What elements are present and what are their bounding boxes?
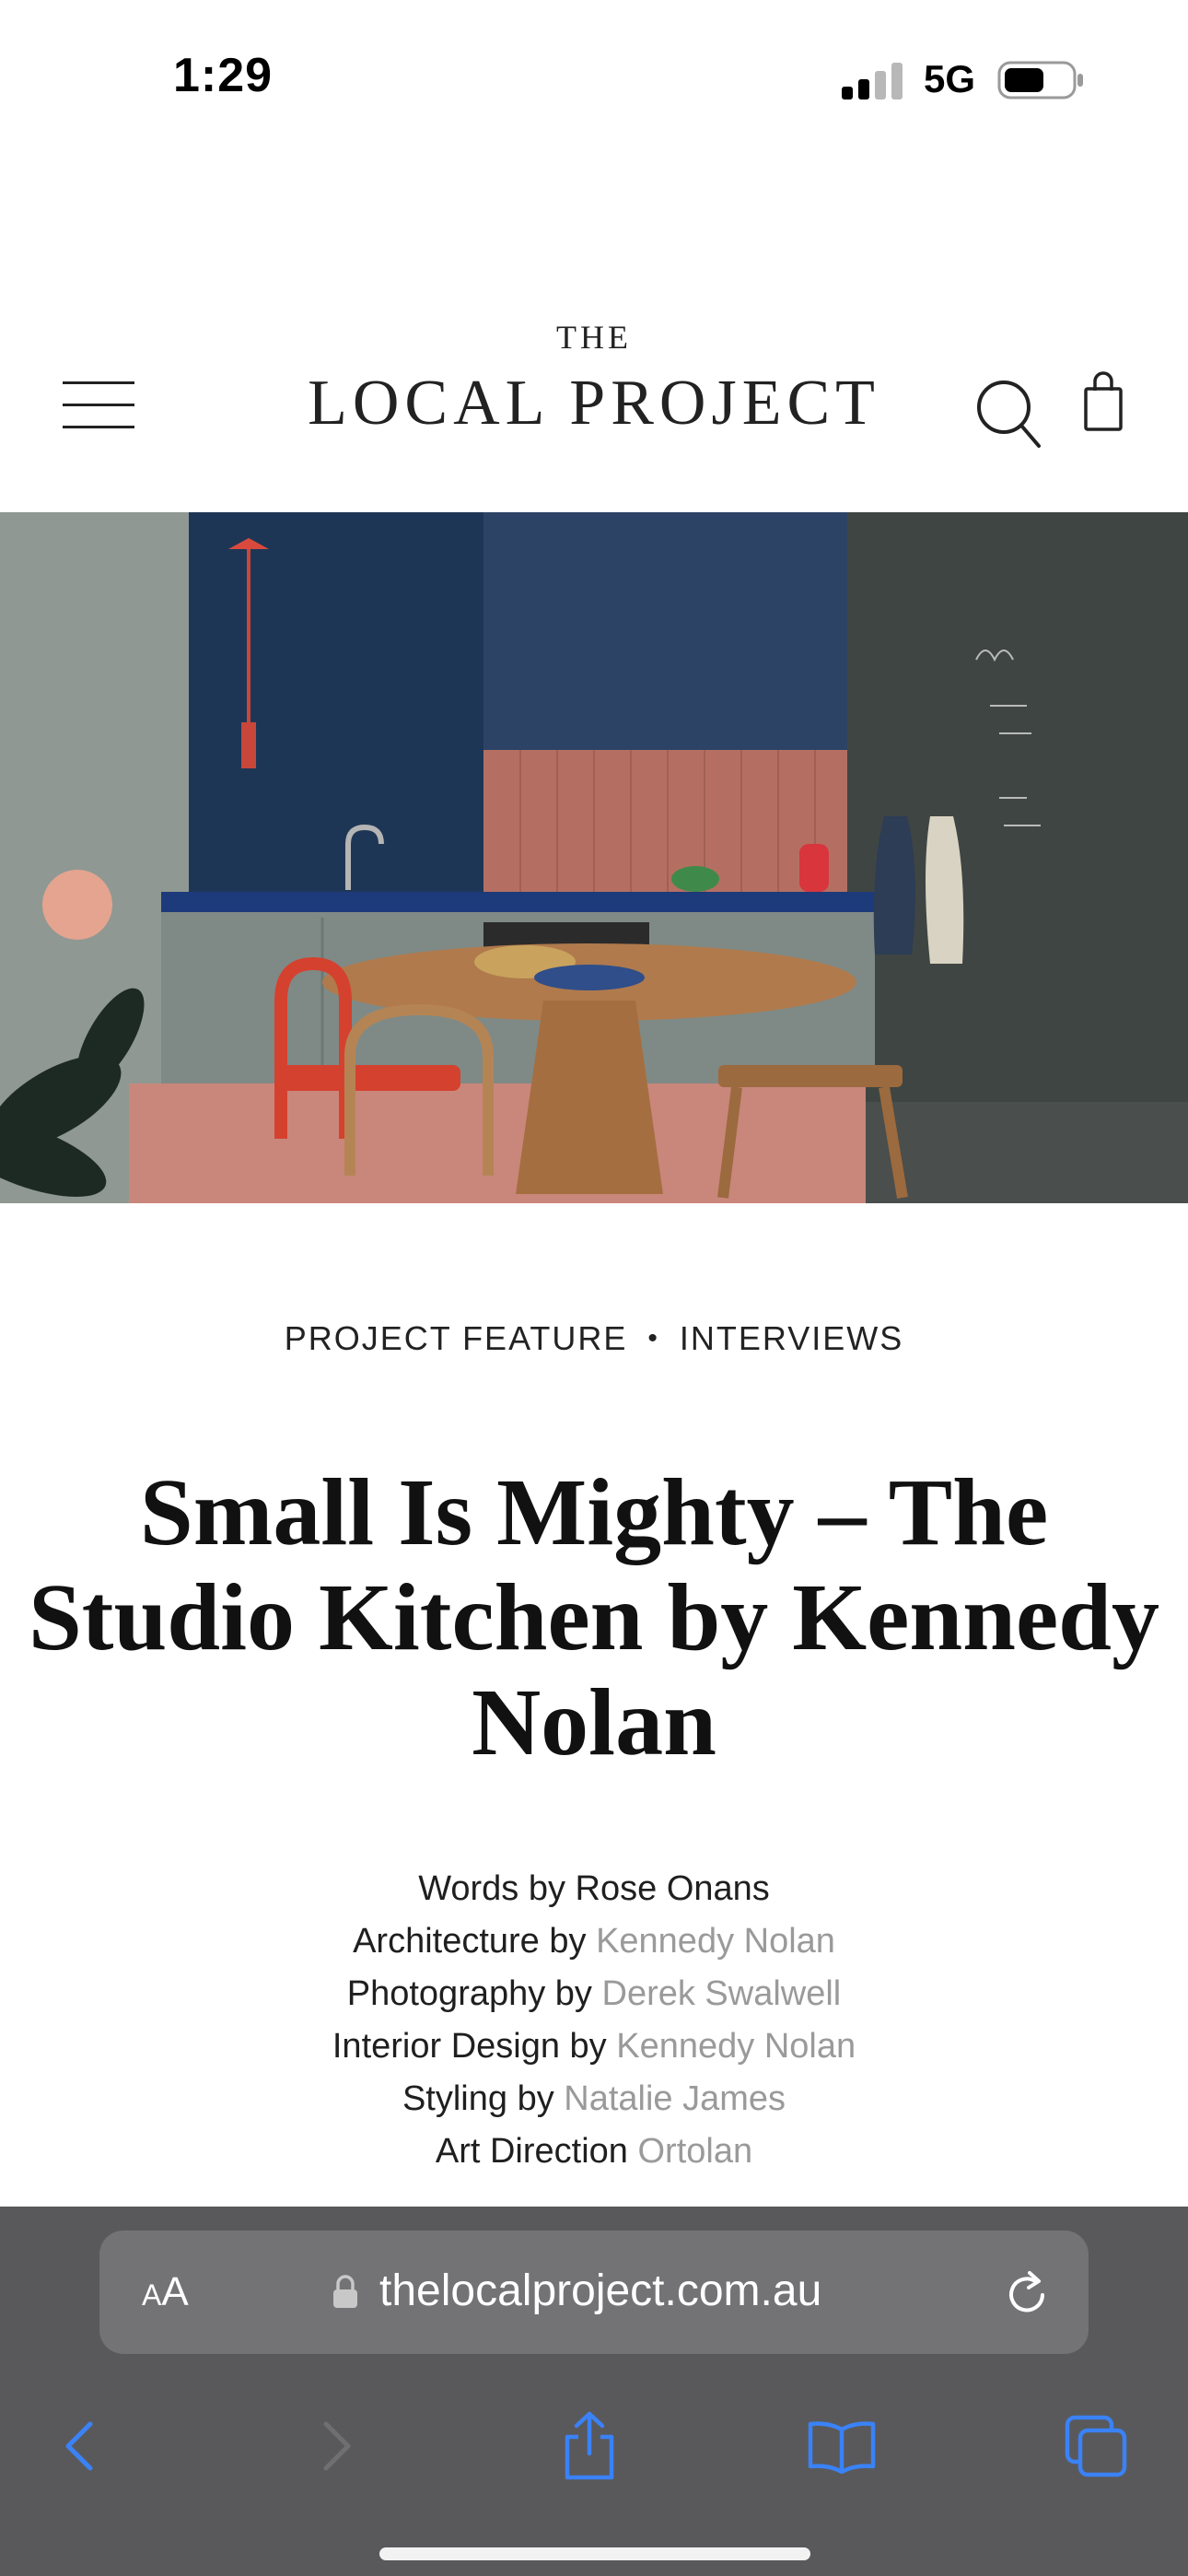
credit-interior-design: Interior Design by Kennedy Nolan xyxy=(332,2027,856,2066)
status-time: 1:29 xyxy=(173,49,274,102)
reload-icon[interactable] xyxy=(1002,2267,1054,2319)
forward-icon xyxy=(323,2421,351,2471)
credit-architecture-link[interactable]: Kennedy Nolan xyxy=(596,1922,835,1961)
site-header: THE LOCAL PROJECT xyxy=(0,304,1188,511)
tabs-icon xyxy=(1065,2415,1127,2477)
network-type: 5G xyxy=(924,57,976,100)
battery-icon xyxy=(997,61,1083,100)
category-interviews[interactable]: INTERVIEWS xyxy=(680,1319,903,1357)
credit-photography-link[interactable]: Derek Swalwell xyxy=(602,1974,842,2013)
category-project-feature[interactable]: PROJECT FEATURE xyxy=(285,1319,628,1357)
bookmarks-icon xyxy=(808,2421,876,2474)
tabs-button[interactable] xyxy=(1041,2391,1151,2501)
share-icon xyxy=(565,2411,614,2480)
address-bar[interactable]: AA thelocalproject.com.au xyxy=(99,2231,1089,2354)
browser-toolbar xyxy=(0,2391,1188,2501)
credit-styling: Styling by Natalie James xyxy=(402,2079,786,2118)
credit-art-direction: Art Direction Ortolan xyxy=(435,2132,753,2171)
credit-architecture: Architecture by Kennedy Nolan xyxy=(353,1922,835,1961)
bookmarks-button[interactable] xyxy=(786,2391,897,2501)
credit-interior-design-link[interactable]: Kennedy Nolan xyxy=(616,2027,856,2066)
category-separator: • xyxy=(647,1323,659,1353)
cellular-signal-icon xyxy=(842,63,903,100)
url-text[interactable]: thelocalproject.com.au xyxy=(379,2266,821,2316)
share-button[interactable] xyxy=(534,2391,645,2501)
back-button[interactable] xyxy=(24,2391,134,2501)
article-categories: PROJECT FEATURE • INTERVIEWS xyxy=(0,1319,1188,1358)
search-icon[interactable] xyxy=(974,378,1042,450)
shopping-bag-icon[interactable] xyxy=(1082,370,1124,431)
status-bar: 1:29 5G xyxy=(0,0,1188,157)
text-size-button[interactable]: AA xyxy=(142,2269,189,2315)
credit-art-direction-link[interactable]: Ortolan xyxy=(638,2132,753,2171)
credit-photography: Photography by Derek Swalwell xyxy=(346,1974,842,2013)
lock-icon xyxy=(333,2275,357,2308)
logo-top-text[interactable]: THE xyxy=(0,318,1188,357)
credit-words: Words by Rose Onans xyxy=(418,1869,770,1908)
article-title: Small Is Mighty – The Studio Kitchen by … xyxy=(28,1459,1160,1775)
hero-image xyxy=(0,512,1188,1203)
article-credits: Words by Rose Onans Architecture by Kenn… xyxy=(0,1863,1188,2178)
kitchen-photo xyxy=(0,512,1188,1203)
forward-button[interactable] xyxy=(282,2391,392,2501)
browser-bottom-bar: AA thelocalproject.com.au xyxy=(0,2207,1188,2576)
back-icon xyxy=(65,2421,93,2471)
home-indicator xyxy=(379,2547,810,2560)
credit-styling-link[interactable]: Natalie James xyxy=(564,2079,786,2118)
